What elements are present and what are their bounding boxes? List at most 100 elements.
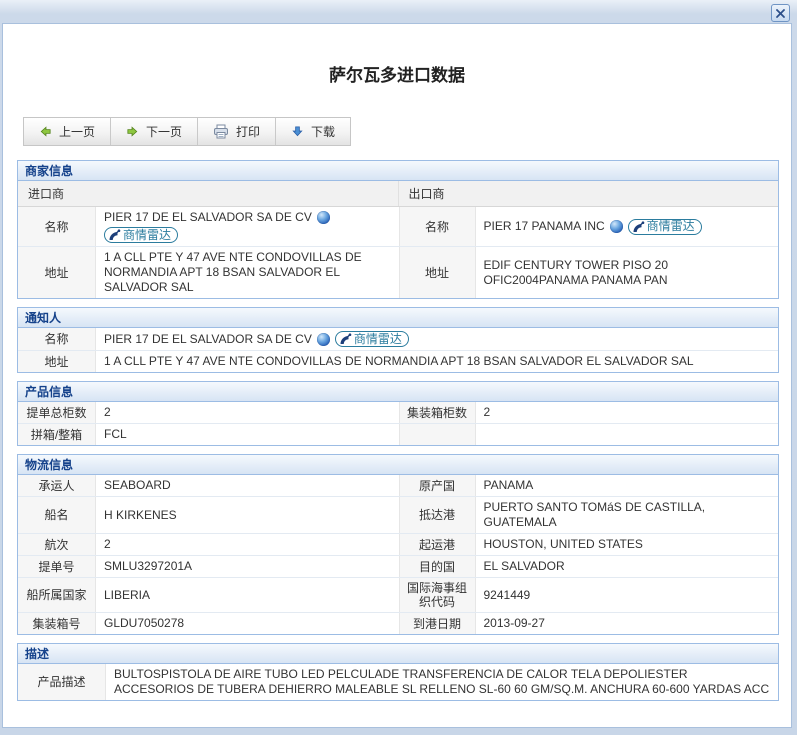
table-row: 地址 1 A CLL PTE Y 47 AVE NTE CONDOVILLAS …	[18, 350, 778, 372]
import-data-dialog: 萨尔瓦多进口数据 上一页 下一页	[2, 23, 792, 728]
section-title: 产品信息	[18, 382, 778, 402]
field-value: HOUSTON, UNITED STATES	[476, 534, 779, 555]
notify-name-cell: PIER 17 DE EL SALVADOR SA DE CV 商情雷达	[96, 328, 778, 350]
table-row: 提单号 SMLU3297201A 目的国 EL SALVADOR	[18, 555, 778, 577]
section-title: 通知人	[18, 308, 778, 328]
table-row: 地址 1 A CLL PTE Y 47 AVE NTE CONDOVILLAS …	[18, 246, 778, 298]
globe-icon[interactable]	[610, 220, 623, 233]
table-row: 航次 2 起运港 HOUSTON, UNITED STATES	[18, 533, 778, 555]
radar-icon	[632, 221, 645, 233]
field-label: 承运人	[18, 475, 96, 496]
field-label: 地址	[399, 247, 476, 298]
field-value: FCL	[96, 424, 399, 445]
table-row: 产品描述 BULTOSPISTOLA DE AIRE TUBO LED PELC…	[18, 664, 778, 700]
importer-address: 1 A CLL PTE Y 47 AVE NTE CONDOVILLAS DE …	[96, 247, 399, 298]
field-label: 原产国	[399, 475, 476, 496]
exporter-header: 出口商	[398, 181, 779, 206]
field-value: 2	[96, 534, 399, 555]
field-value: PUERTO SANTO TOMáS DE CASTILLA, GUATEMAL…	[476, 497, 779, 533]
radar-icon	[108, 229, 121, 241]
field-label: 提单总柜数	[18, 402, 96, 423]
next-page-button[interactable]: 下一页	[111, 118, 198, 145]
radar-label: 商情雷达	[123, 228, 171, 243]
radar-label: 商情雷达	[647, 219, 695, 234]
page-title: 萨尔瓦多进口数据	[3, 61, 791, 86]
importer-header: 进口商	[18, 181, 398, 206]
toolbar: 上一页 下一页 打印	[23, 117, 351, 146]
radar-badge[interactable]: 商情雷达	[335, 331, 409, 347]
table-row: 船名 H KIRKENES 抵达港 PUERTO SANTO TOMáS DE …	[18, 496, 778, 533]
section-merchant-info: 商家信息 进口商 出口商 名称 PIER 17 DE EL SALVADOR S…	[17, 160, 779, 299]
field-label: 名称	[18, 328, 96, 350]
field-value: 2	[96, 402, 399, 423]
radar-icon	[339, 333, 352, 345]
exporter-name-cell: PIER 17 PANAMA INC 商情雷达	[476, 207, 779, 246]
prev-page-label: 上一页	[59, 123, 95, 140]
radar-badge[interactable]: 商情雷达	[104, 227, 178, 243]
field-value: SEABOARD	[96, 475, 399, 496]
table-row: 拼箱/整箱 FCL	[18, 423, 778, 445]
field-value	[476, 424, 779, 445]
field-label: 起运港	[399, 534, 476, 555]
close-button[interactable]	[771, 4, 790, 22]
field-label: 地址	[18, 247, 96, 298]
table-row: 名称 PIER 17 DE EL SALVADOR SA DE CV	[18, 328, 778, 350]
field-label: 船名	[18, 497, 96, 533]
section-description: 描述 产品描述 BULTOSPISTOLA DE AIRE TUBO LED P…	[17, 643, 779, 701]
field-label	[399, 424, 476, 445]
field-value: 2	[476, 402, 779, 423]
section-logistics-info: 物流信息 承运人 SEABOARD 原产国 PANAMA 船名 H KIRKEN…	[17, 454, 779, 635]
field-value: PANAMA	[476, 475, 779, 496]
section-title: 商家信息	[18, 161, 778, 181]
table-row: 承运人 SEABOARD 原产国 PANAMA	[18, 475, 778, 496]
field-value: LIBERIA	[96, 578, 399, 612]
merchant-subheader: 进口商 出口商	[18, 181, 778, 207]
notify-address: 1 A CLL PTE Y 47 AVE NTE CONDOVILLAS DE …	[96, 351, 778, 372]
field-label: 航次	[18, 534, 96, 555]
globe-icon[interactable]	[317, 333, 330, 346]
field-value: GLDU7050278	[96, 613, 399, 634]
exporter-address: EDIF CENTURY TOWER PISO 20 OFIC2004PANAM…	[476, 247, 779, 298]
globe-icon[interactable]	[317, 211, 330, 224]
print-button[interactable]: 打印	[198, 118, 276, 145]
importer-name: PIER 17 DE EL SALVADOR SA DE CV	[104, 210, 312, 225]
printer-icon	[213, 124, 229, 139]
field-label: 名称	[18, 207, 96, 246]
section-product-info: 产品信息 提单总柜数 2 集装箱柜数 2 拼箱/整箱 FCL	[17, 381, 779, 446]
radar-badge[interactable]: 商情雷达	[628, 219, 702, 235]
field-label: 产品描述	[18, 664, 106, 700]
table-row: 名称 PIER 17 DE EL SALVADOR SA DE CV	[18, 207, 778, 246]
field-value: H KIRKENES	[96, 497, 399, 533]
field-label: 抵达港	[399, 497, 476, 533]
field-label: 到港日期	[399, 613, 476, 634]
field-label: 地址	[18, 351, 96, 372]
table-row: 提单总柜数 2 集装箱柜数 2	[18, 402, 778, 423]
next-page-label: 下一页	[146, 123, 182, 140]
field-value: EL SALVADOR	[476, 556, 779, 577]
notify-name: PIER 17 DE EL SALVADOR SA DE CV	[104, 332, 312, 347]
download-label: 下载	[311, 123, 335, 140]
arrow-right-green-icon	[126, 125, 139, 138]
download-button[interactable]: 下载	[276, 118, 350, 145]
product-description: BULTOSPISTOLA DE AIRE TUBO LED PELCULADE…	[106, 664, 778, 700]
table-row: 集装箱号 GLDU7050278 到港日期 2013-09-27	[18, 612, 778, 634]
field-value: 9241449	[476, 578, 779, 612]
arrow-down-blue-icon	[291, 125, 304, 138]
prev-page-button[interactable]: 上一页	[24, 118, 111, 145]
field-label: 集装箱号	[18, 613, 96, 634]
field-label: 国际海事组织代码	[399, 578, 476, 612]
section-title: 描述	[18, 644, 778, 664]
field-value: 2013-09-27	[476, 613, 779, 634]
arrow-left-green-icon	[39, 125, 52, 138]
field-value: SMLU3297201A	[96, 556, 399, 577]
field-label: 提单号	[18, 556, 96, 577]
print-label: 打印	[236, 123, 260, 140]
field-label: 船所属国家	[18, 578, 96, 612]
close-icon	[775, 8, 786, 19]
field-label: 拼箱/整箱	[18, 424, 96, 445]
importer-name-cell: PIER 17 DE EL SALVADOR SA DE CV 商情雷达	[96, 207, 399, 246]
field-label: 名称	[399, 207, 476, 246]
field-label: 目的国	[399, 556, 476, 577]
field-label: 集装箱柜数	[399, 402, 476, 423]
radar-label: 商情雷达	[354, 332, 402, 347]
